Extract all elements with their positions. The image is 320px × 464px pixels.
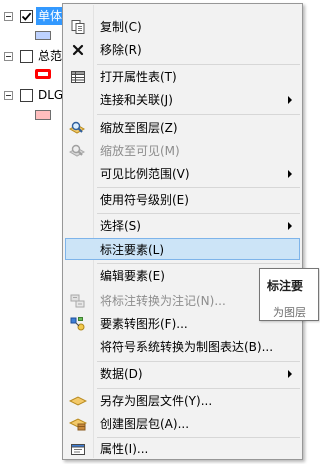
menu-item-label: 缩放至可见(M)	[100, 144, 180, 158]
menu-item-label: 可见比例范围(V)	[100, 167, 190, 181]
menu-separator	[97, 114, 300, 115]
layer-name[interactable]: DLG	[36, 86, 65, 104]
tooltip-title: 标注要	[267, 279, 304, 293]
menu-item-convert-symbology[interactable]: 将符号系统转换为制图表达(B)...	[65, 336, 300, 358]
menu-item-copy[interactable]: 复制(C)	[65, 16, 300, 38]
submenu-arrow-icon	[288, 222, 292, 230]
collapse-icon[interactable]	[4, 51, 13, 61]
menu-item-label: 属性(I)...	[100, 442, 149, 456]
remove-x-icon	[69, 41, 87, 59]
layer-package-icon	[69, 415, 87, 433]
menu-item-create-layer-package[interactable]: 创建图层包(A)...	[65, 413, 300, 435]
attribute-table-icon	[69, 68, 87, 86]
layer-context-menu: 复制(C) 移除(R) 打开属性表(T) 连接和关联(J) 缩放至图层(Z) 缩…	[62, 3, 303, 460]
menu-item-zoom-to-layer[interactable]: 缩放至图层(Z)	[65, 117, 300, 139]
menu-item-label: 选择(S)	[100, 219, 141, 233]
menu-separator	[97, 187, 300, 188]
menu-item-open-attribute-table[interactable]: 打开属性表(T)	[65, 66, 300, 88]
menu-separator	[97, 361, 300, 362]
menu-separator	[97, 64, 300, 65]
menu-item-label: 将标注转换为注记(N)...	[100, 294, 226, 308]
checkmark-icon	[21, 12, 32, 21]
menu-item-remove[interactable]: 移除(R)	[65, 39, 300, 61]
layer-visibility-checkbox[interactable]	[20, 88, 33, 102]
menu-item-label: 移除(R)	[100, 43, 142, 57]
toc-layer-row-2[interactable]: 总范	[4, 47, 64, 65]
convert-labels-icon	[69, 292, 87, 310]
zoom-to-layer-icon	[69, 119, 87, 137]
menu-separator	[97, 388, 300, 389]
menu-item-label: 编辑要素(E)	[100, 269, 165, 283]
layer-name[interactable]: 总范	[36, 47, 64, 65]
menu-item-label: 缩放至图层(Z)	[100, 121, 178, 135]
menu-item-use-symbol-levels[interactable]: 使用符号级别(E)	[65, 189, 300, 211]
layer-visibility-checkbox[interactable]	[20, 49, 33, 63]
menu-item-label: 连接和关联(J)	[100, 93, 173, 107]
menu-item-label: 创建图层包(A)...	[100, 417, 190, 431]
properties-icon	[69, 440, 87, 458]
menu-separator	[97, 263, 300, 264]
layer-visibility-checkbox[interactable]	[20, 9, 33, 23]
features-to-graphics-icon	[69, 315, 87, 333]
menu-item-label: 将符号系统转换为制图表达(B)...	[100, 340, 274, 354]
menu-item-label: 打开属性表(T)	[100, 70, 177, 84]
menu-item-label-features[interactable]: 标注要素(L)	[65, 238, 300, 260]
collapse-icon[interactable]	[4, 90, 13, 100]
copy-icon	[69, 18, 87, 36]
menu-item-label: 另存为图层文件(Y)...	[100, 394, 213, 408]
menu-item-visible-scale-range[interactable]: 可见比例范围(V)	[65, 163, 300, 185]
layer-file-icon	[69, 392, 87, 410]
menu-item-label: 数据(D)	[100, 367, 143, 381]
tooltip-body: 为图层	[273, 306, 306, 319]
menu-item-label: 使用符号级别(E)	[100, 193, 189, 207]
zoom-to-visible-icon	[69, 142, 87, 160]
menu-item-label: 标注要素(L)	[100, 243, 165, 257]
menu-item-zoom-to-visible[interactable]: 缩放至可见(M)	[65, 140, 300, 162]
submenu-arrow-icon	[288, 170, 292, 178]
app-root: 单体化数据 总范 DLG	[0, 0, 319, 464]
toc-layer-row-3[interactable]: DLG	[4, 86, 65, 104]
menu-item-joins-relates[interactable]: 连接和关联(J)	[65, 89, 300, 111]
menu-item-properties[interactable]: 属性(I)...	[65, 438, 300, 459]
polygon-symbol-icon[interactable]	[35, 110, 51, 120]
menu-item-label: 要素转图形(F)...	[100, 317, 188, 331]
menu-item-selection[interactable]: 选择(S)	[65, 215, 300, 237]
menu-separator	[97, 213, 300, 214]
submenu-arrow-icon	[288, 370, 292, 378]
polygon-symbol-icon[interactable]	[35, 31, 51, 40]
menu-item-tooltip: 标注要 为图层	[259, 268, 319, 321]
menu-item-save-as-layer-file[interactable]: 另存为图层文件(Y)...	[65, 390, 300, 412]
collapse-icon[interactable]	[4, 11, 13, 21]
outline-symbol-icon[interactable]	[35, 69, 51, 79]
menu-item-label: 复制(C)	[100, 20, 142, 34]
menu-item-data[interactable]: 数据(D)	[65, 363, 300, 385]
submenu-arrow-icon	[288, 96, 292, 104]
